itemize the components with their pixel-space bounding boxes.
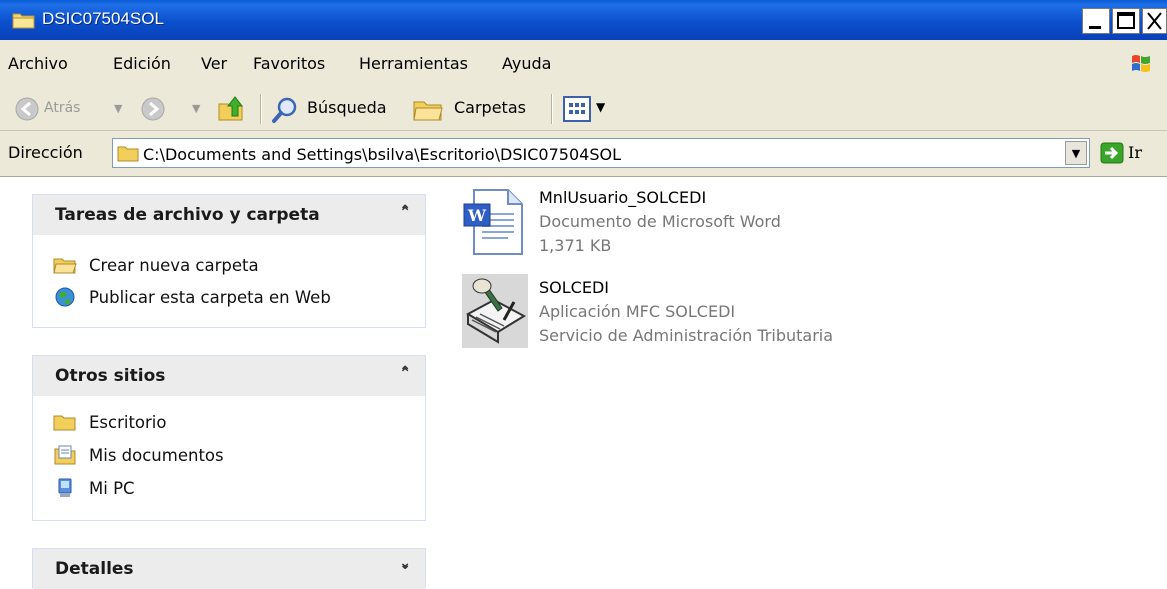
details-header[interactable]: Detalles ⌄ ⌄ xyxy=(33,549,425,589)
menu-ver[interactable]: Ver xyxy=(201,54,227,73)
windows-logo-icon xyxy=(1130,52,1152,78)
go-button-label[interactable]: Ir xyxy=(1128,143,1142,162)
file-type: Documento de Microsoft Word xyxy=(539,212,781,231)
place-escritorio-label: Escritorio xyxy=(89,412,167,432)
go-arrow-icon[interactable] xyxy=(1100,142,1124,168)
file-item-solcedi[interactable]: SOLCEDI Aplicación MFC SOLCEDI Servicio … xyxy=(462,274,882,350)
up-folder-icon[interactable] xyxy=(216,94,246,128)
search-button-label[interactable]: Búsqueda xyxy=(307,98,387,117)
file-description: Aplicación MFC SOLCEDI xyxy=(539,302,736,321)
file-size: 1,371 KB xyxy=(539,236,612,255)
address-input[interactable]: C:\Documents and Settings\bsilva\Escrito… xyxy=(112,138,1090,168)
file-tasks-title: Tareas de archivo y carpeta xyxy=(55,205,320,225)
place-mi-pc-label: Mi PC xyxy=(89,478,135,498)
views-dropdown-icon[interactable]: ▼ xyxy=(596,100,605,114)
collapse-chevron-icon[interactable]: ⌃ ⌃ xyxy=(399,203,411,235)
close-button[interactable] xyxy=(1142,8,1167,34)
details-panel: Detalles ⌄ ⌄ xyxy=(32,548,426,589)
menu-edicion[interactable]: Edición xyxy=(113,54,171,73)
forward-dropdown-icon[interactable]: ▼ xyxy=(192,102,200,115)
application-icon xyxy=(462,274,528,352)
file-item-manual[interactable]: W MnlUsuario_SOLCEDI Documento de Micros… xyxy=(462,186,862,258)
folders-icon[interactable] xyxy=(412,94,444,128)
title-bar: DSIC07504SOL xyxy=(0,0,1167,40)
toolbar-separator xyxy=(551,94,552,124)
svg-text:W: W xyxy=(467,206,487,225)
toolbar: Atrás ▼ ▼ Búsqueda Carpetas ▼ xyxy=(0,88,1167,131)
file-company: Servicio de Administración Tributaria xyxy=(539,326,834,345)
views-icon[interactable] xyxy=(563,96,591,126)
details-title: Detalles xyxy=(55,559,134,579)
globe-icon xyxy=(55,287,75,307)
search-icon[interactable] xyxy=(270,95,300,129)
publish-folder-task[interactable]: Publicar esta carpeta en Web xyxy=(53,283,331,311)
back-button-label[interactable]: Atrás xyxy=(44,100,80,116)
other-places-panel: Otros sitios ⌃ ⌃ Escritorio Mis documento… xyxy=(32,355,426,521)
menu-archivo[interactable]: Archivo xyxy=(8,54,68,73)
place-escritorio[interactable]: Escritorio xyxy=(53,408,167,436)
folder-icon xyxy=(12,11,36,33)
create-folder-label: Crear nueva carpeta xyxy=(89,255,259,275)
folder-icon xyxy=(53,415,76,431)
place-mis-documentos[interactable]: Mis documentos xyxy=(53,441,224,469)
file-name: SOLCEDI xyxy=(539,278,609,297)
back-dropdown-icon[interactable]: ▼ xyxy=(114,102,122,115)
address-label: Dirección xyxy=(8,143,83,162)
expand-chevron-icon[interactable]: ⌄ ⌄ xyxy=(399,555,411,587)
documents-folder-icon xyxy=(54,445,76,465)
computer-icon xyxy=(58,478,72,497)
folder-icon xyxy=(117,144,139,166)
create-folder-task[interactable]: Crear nueva carpeta xyxy=(53,251,259,279)
menu-bar: Archivo Edición Ver Favoritos Herramient… xyxy=(0,40,1167,89)
menu-favoritos[interactable]: Favoritos xyxy=(253,54,325,73)
other-places-header[interactable]: Otros sitios ⌃ ⌃ xyxy=(33,356,425,396)
collapse-chevron-icon[interactable]: ⌃ ⌃ xyxy=(399,364,411,396)
back-arrow-icon[interactable] xyxy=(14,96,40,126)
word-document-icon: W xyxy=(462,188,528,260)
window-title: DSIC07504SOL xyxy=(42,9,164,28)
maximize-button[interactable] xyxy=(1112,8,1140,34)
new-folder-icon xyxy=(53,258,77,274)
file-tasks-header[interactable]: Tareas de archivo y carpeta ⌃ ⌃ xyxy=(33,195,425,235)
folders-button-label[interactable]: Carpetas xyxy=(454,98,526,117)
address-bar: Dirección C:\Documents and Settings\bsil… xyxy=(0,131,1167,177)
file-name: MnlUsuario_SOLCEDI xyxy=(539,188,707,207)
publish-folder-label: Publicar esta carpeta en Web xyxy=(89,287,331,307)
place-mis-documentos-label: Mis documentos xyxy=(89,445,224,465)
file-tasks-panel: Tareas de archivo y carpeta ⌃ ⌃ Crear nue… xyxy=(32,194,426,328)
address-path: C:\Documents and Settings\bsilva\Escrito… xyxy=(143,145,621,164)
forward-arrow-icon[interactable] xyxy=(140,96,166,126)
toolbar-separator xyxy=(260,94,261,124)
menu-ayuda[interactable]: Ayuda xyxy=(502,54,551,73)
minimize-button[interactable] xyxy=(1082,8,1110,34)
address-dropdown-button[interactable]: ▼ xyxy=(1065,141,1087,165)
menu-herramientas[interactable]: Herramientas xyxy=(359,54,468,73)
place-mi-pc[interactable]: Mi PC xyxy=(53,474,135,502)
other-places-title: Otros sitios xyxy=(55,366,166,386)
